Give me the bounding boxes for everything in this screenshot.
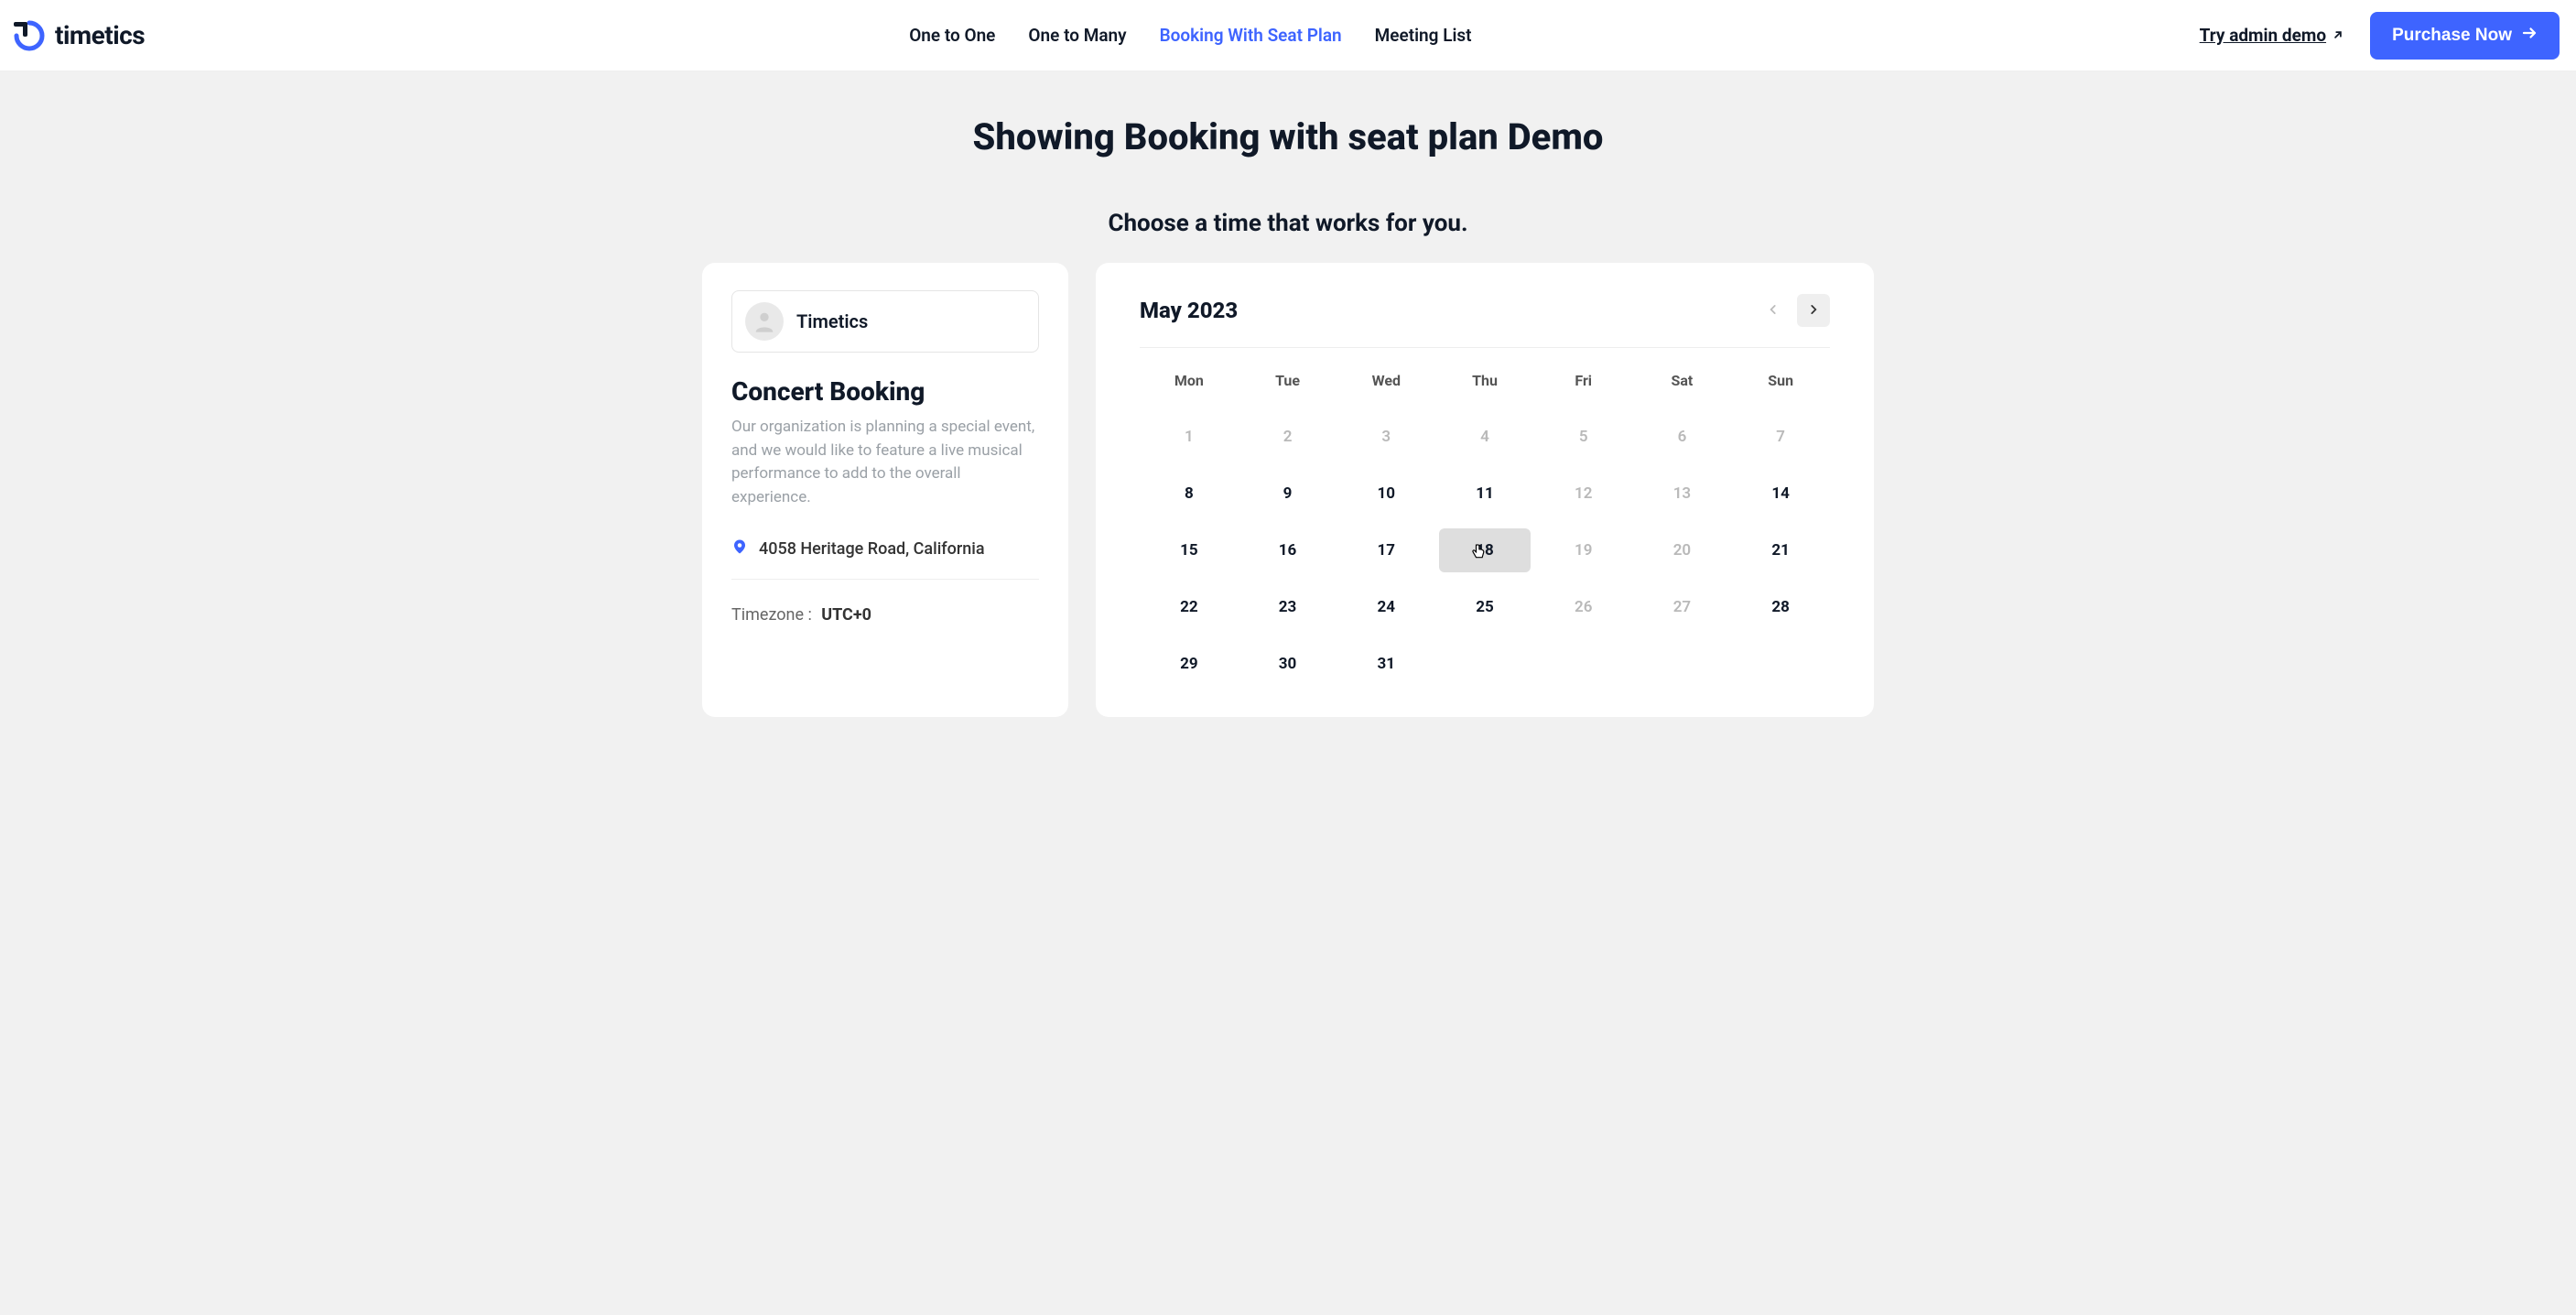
- event-title: Concert Booking: [731, 376, 1039, 407]
- calendar-prev-button[interactable]: [1757, 294, 1790, 327]
- organizer-name: Timetics: [796, 310, 868, 332]
- calendar-day[interactable]: 25: [1439, 585, 1530, 629]
- calendar-card: May 2023 MonTueWedThuFriSatSun1234567891…: [1096, 263, 1874, 717]
- brand-logo-icon: [13, 19, 46, 52]
- calendar-day[interactable]: 26: [1538, 585, 1629, 629]
- main-nav: One to One One to Many Booking With Seat…: [181, 25, 2200, 46]
- calendar-day: [1637, 642, 1727, 686]
- purchase-now-button[interactable]: Purchase Now: [2370, 12, 2560, 60]
- calendar-dow: Sat: [1633, 364, 1732, 402]
- calendar-day[interactable]: 15: [1143, 528, 1234, 572]
- calendar-day[interactable]: 6: [1637, 415, 1727, 459]
- calendar-dow: Thu: [1435, 364, 1534, 402]
- calendar-day[interactable]: 2: [1242, 415, 1333, 459]
- site-header: timetics One to One One to Many Booking …: [0, 0, 2576, 71]
- avatar-icon: [745, 302, 784, 341]
- calendar-day: [1439, 642, 1530, 686]
- page-subtitle: Choose a time that works for you.: [0, 210, 2576, 237]
- calendar-dow: Mon: [1140, 364, 1239, 402]
- external-link-icon: [2332, 25, 2344, 46]
- calendar-day[interactable]: 13: [1637, 472, 1727, 516]
- timezone-value: UTC+0: [821, 605, 871, 625]
- page-title: Showing Booking with seat plan Demo: [0, 115, 2576, 158]
- location-row: 4058 Heritage Road, California: [731, 537, 1039, 580]
- content-row: Timetics Concert Booking Our organizatio…: [693, 263, 1883, 717]
- brand-name: timetics: [55, 20, 145, 50]
- timezone-row: Timezone : UTC+0: [731, 605, 1039, 625]
- nav-meeting-list[interactable]: Meeting List: [1375, 25, 1472, 46]
- organizer-row: Timetics: [731, 290, 1039, 353]
- calendar-day[interactable]: 19: [1538, 528, 1629, 572]
- calendar-day[interactable]: 10: [1341, 472, 1432, 516]
- arrow-right-icon: [2521, 25, 2538, 47]
- calendar-nav: [1757, 294, 1830, 327]
- calendar-day[interactable]: 21: [1736, 528, 1826, 572]
- calendar-day[interactable]: 1: [1143, 415, 1234, 459]
- try-admin-demo-label: Try admin demo: [2200, 25, 2326, 46]
- calendar-day: [1736, 642, 1826, 686]
- calendar-day[interactable]: 14: [1736, 472, 1826, 516]
- calendar-day[interactable]: 3: [1341, 415, 1432, 459]
- calendar-day[interactable]: 27: [1637, 585, 1727, 629]
- calendar-grid: MonTueWedThuFriSatSun1234567891011121314…: [1140, 364, 1830, 686]
- nav-booking-seat-plan[interactable]: Booking With Seat Plan: [1160, 25, 1342, 46]
- calendar-dow: Fri: [1534, 364, 1633, 402]
- brand-logo[interactable]: timetics: [13, 19, 145, 52]
- calendar-day[interactable]: 12: [1538, 472, 1629, 516]
- purchase-now-label: Purchase Now: [2392, 26, 2512, 46]
- calendar-day[interactable]: 5: [1538, 415, 1629, 459]
- calendar-header: May 2023: [1140, 294, 1830, 348]
- calendar-next-button[interactable]: [1797, 294, 1830, 327]
- calendar-day[interactable]: 22: [1143, 585, 1234, 629]
- chevron-left-icon: [1767, 303, 1780, 319]
- calendar-day[interactable]: 23: [1242, 585, 1333, 629]
- nav-one-to-many[interactable]: One to Many: [1028, 25, 1126, 46]
- calendar-day[interactable]: 20: [1637, 528, 1727, 572]
- calendar-day[interactable]: 4: [1439, 415, 1530, 459]
- nav-one-to-one[interactable]: One to One: [909, 25, 995, 46]
- calendar-day[interactable]: 30: [1242, 642, 1333, 686]
- location-text: 4058 Heritage Road, California: [759, 539, 985, 559]
- calendar-day: [1538, 642, 1629, 686]
- calendar-dow: Wed: [1337, 364, 1435, 402]
- calendar-day[interactable]: 28: [1736, 585, 1826, 629]
- calendar-day[interactable]: 11: [1439, 472, 1530, 516]
- location-pin-icon: [731, 537, 748, 560]
- calendar-day[interactable]: 17: [1341, 528, 1432, 572]
- calendar-dow: Sun: [1731, 364, 1830, 402]
- calendar-day[interactable]: 9: [1242, 472, 1333, 516]
- calendar-dow: Tue: [1239, 364, 1337, 402]
- calendar-day[interactable]: 8: [1143, 472, 1234, 516]
- cursor-pointer-icon: [1469, 541, 1488, 565]
- event-description: Our organization is planning a special e…: [731, 416, 1039, 509]
- try-admin-demo-link[interactable]: Try admin demo: [2200, 25, 2344, 46]
- chevron-right-icon: [1807, 303, 1820, 319]
- calendar-day[interactable]: 29: [1143, 642, 1234, 686]
- header-actions: Try admin demo Purchase Now: [2200, 12, 2560, 60]
- calendar-day[interactable]: 31: [1341, 642, 1432, 686]
- calendar-day[interactable]: 7: [1736, 415, 1826, 459]
- calendar-month-label: May 2023: [1140, 298, 1238, 323]
- calendar-day[interactable]: 16: [1242, 528, 1333, 572]
- calendar-day[interactable]: 24: [1341, 585, 1432, 629]
- event-details-card: Timetics Concert Booking Our organizatio…: [702, 263, 1068, 717]
- timezone-label: Timezone :: [731, 605, 812, 625]
